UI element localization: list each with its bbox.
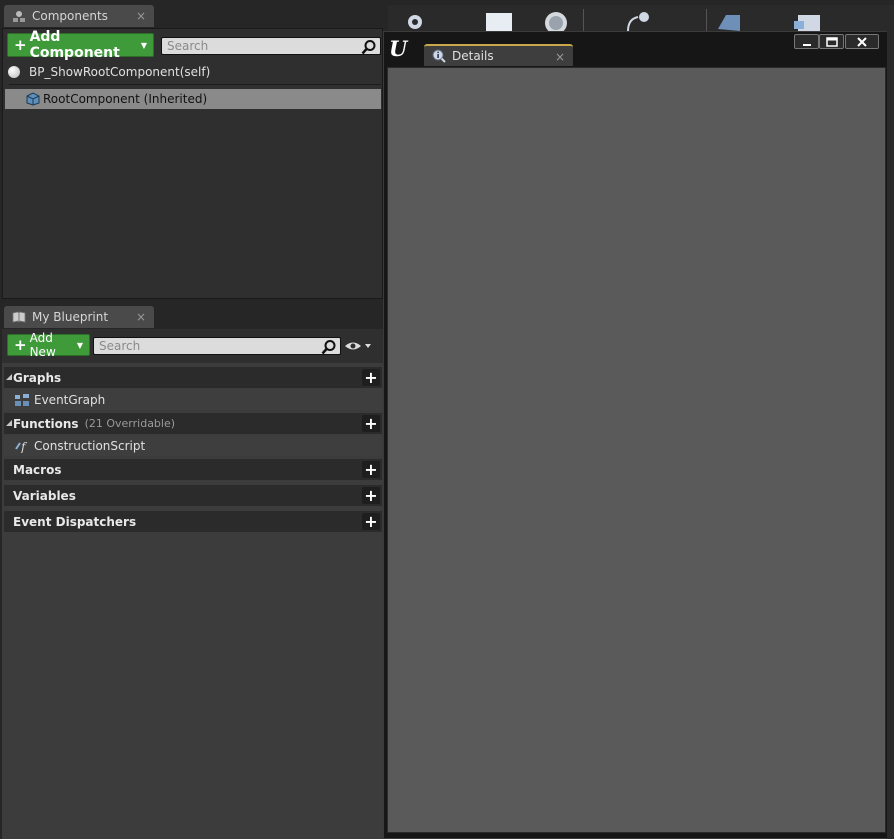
category-functions[interactable]: Functions (21 Overridable) + — [4, 413, 382, 434]
plus-icon: + — [14, 36, 27, 54]
save-icon[interactable] — [484, 9, 514, 33]
add-macro-button[interactable]: + — [362, 461, 380, 478]
close-icon[interactable]: × — [555, 50, 565, 64]
cube-icon — [26, 92, 40, 106]
search-placeholder: Search — [99, 339, 141, 353]
tab-my-blueprint[interactable]: My Blueprint × — [4, 306, 154, 328]
eye-icon[interactable] — [344, 340, 372, 352]
tab-details[interactable]: Details × — [424, 44, 573, 66]
category-label: Variables — [13, 488, 76, 503]
list-item-constructionscript[interactable]: f ConstructionScript — [4, 435, 382, 456]
item-label: EventGraph — [34, 392, 106, 407]
component-root-item[interactable]: RootComponent (Inherited) — [5, 89, 381, 109]
class-defaults-icon[interactable] — [714, 9, 744, 33]
tab-components[interactable]: Components × — [4, 5, 154, 27]
search-placeholder: Search — [167, 39, 209, 53]
components-icon — [12, 9, 26, 23]
tab-label: Details — [452, 49, 494, 63]
category-label: Graphs — [13, 370, 62, 385]
expand-arrow-icon — [6, 420, 12, 426]
component-self-item[interactable]: BP_ShowRootComponent(self) — [3, 62, 382, 82]
close-icon — [857, 36, 867, 47]
chevron-down-icon: ▼ — [76, 340, 83, 350]
list-item-eventgraph[interactable]: EventGraph — [4, 389, 382, 410]
main-toolbar — [388, 5, 894, 33]
my-blueprint-toolbar: + Add New ▼ Search — [2, 329, 383, 363]
class-settings-icon[interactable] — [622, 9, 652, 33]
category-macros[interactable]: Macros + — [4, 459, 382, 480]
add-new-button[interactable]: + Add New ▼ — [7, 331, 90, 359]
search-icon[interactable] — [540, 9, 570, 33]
gear-icon[interactable] — [400, 9, 430, 33]
maximize-icon — [825, 36, 838, 47]
function-icon: f — [15, 440, 28, 453]
maximize-button[interactable] — [819, 34, 844, 49]
add-function-button[interactable]: + — [362, 415, 380, 432]
component-root-label: RootComponent (Inherited) — [43, 92, 208, 106]
simulation-icon[interactable] — [792, 9, 822, 33]
sphere-icon — [8, 66, 20, 78]
close-icon[interactable]: × — [136, 9, 146, 23]
details-content — [387, 67, 886, 833]
add-new-label: Add New — [29, 331, 56, 359]
toolbar-separator — [583, 9, 584, 31]
tab-label: Components — [32, 9, 108, 23]
close-icon[interactable]: × — [136, 310, 146, 324]
info-icon — [432, 49, 446, 63]
details-window: U Details × — [383, 31, 894, 839]
components-search-input[interactable]: Search — [161, 37, 381, 55]
category-label: Event Dispatchers — [13, 514, 137, 529]
category-label: Functions — [13, 416, 79, 431]
add-variable-button[interactable]: + — [362, 487, 380, 504]
background-panel-edge — [887, 31, 894, 839]
component-self-label: BP_ShowRootComponent(self) — [29, 65, 211, 79]
search-icon — [361, 40, 376, 55]
item-label: ConstructionScript — [34, 438, 146, 453]
chevron-down-icon: ▼ — [140, 40, 147, 50]
graph-icon — [15, 393, 29, 406]
add-component-label: Add Component — [29, 29, 120, 61]
add-graph-button[interactable]: + — [362, 369, 380, 386]
book-icon — [12, 310, 26, 324]
divider — [9, 84, 381, 85]
components-panel: + Add Component ▼ Search BP_ShowRootComp… — [2, 28, 383, 299]
category-label: Macros — [13, 462, 62, 477]
my-blueprint-panel: + Add New ▼ Search Graphs + EventGraph F… — [2, 329, 383, 839]
my-blueprint-search-input[interactable]: Search — [93, 337, 341, 355]
minimize-icon — [802, 43, 811, 46]
unreal-logo-icon: U — [389, 36, 408, 61]
overridable-count: (21 Overridable) — [84, 417, 176, 430]
expand-arrow-icon — [6, 374, 12, 380]
plus-icon: + — [14, 336, 27, 354]
window-close-button[interactable] — [845, 34, 879, 49]
search-icon — [321, 340, 336, 355]
add-event-dispatcher-button[interactable]: + — [362, 513, 380, 530]
tab-label: My Blueprint — [32, 310, 109, 324]
category-variables[interactable]: Variables + — [4, 485, 382, 506]
minimize-button[interactable] — [794, 34, 819, 49]
toolbar-separator — [706, 9, 707, 31]
add-component-button[interactable]: + Add Component ▼ — [7, 29, 154, 61]
category-event-dispatchers[interactable]: Event Dispatchers + — [4, 511, 382, 532]
svg-text:f: f — [20, 440, 28, 453]
category-graphs[interactable]: Graphs + — [4, 367, 382, 388]
